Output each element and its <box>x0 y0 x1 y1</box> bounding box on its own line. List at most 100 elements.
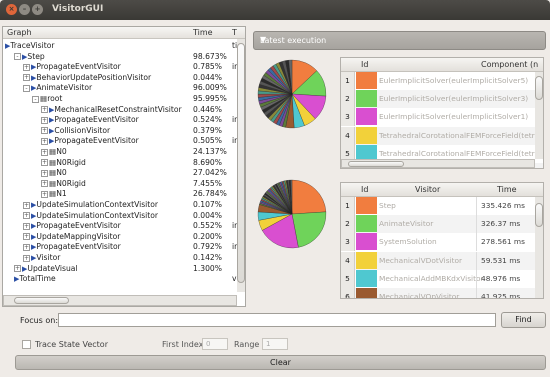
tree-node[interactable]: + ▶PropagateEventVisitor <box>23 242 121 253</box>
tree-row[interactable]: ▶TotalTimeva <box>3 274 241 285</box>
tree-vertical-scrollbar[interactable] <box>237 39 245 292</box>
row-number[interactable]: 1 <box>341 197 355 215</box>
tree-node[interactable]: + ▶PropagateEventVisitor <box>23 62 121 73</box>
expand-icon[interactable]: + <box>41 148 48 156</box>
time-column-header[interactable]: Time <box>193 28 213 37</box>
visitor-name-header[interactable]: Visitor <box>415 185 440 194</box>
tree-row[interactable]: + ▶BehaviorUpdatePositionVisitor 0.044% <box>3 73 241 84</box>
tree-row[interactable]: - ▶AnimateVisitor 96.009% <box>3 83 241 94</box>
row-number[interactable]: 5 <box>341 269 355 288</box>
tree-horizontal-scrollbar[interactable] <box>3 295 237 306</box>
table-row[interactable]: 1 EulerImplicitSolver(eulerImplicitSolver… <box>341 72 543 90</box>
tree-node[interactable]: + ▶BehaviorUpdatePositionVisitor <box>23 73 151 84</box>
tree-row[interactable]: + ▶UpdateVisual 1.300% <box>3 264 241 275</box>
expand-icon[interactable]: + <box>41 169 48 177</box>
table-row[interactable]: 1 Step 335.426 ms <box>341 197 543 215</box>
table-row[interactable]: 4 MechanicalVDotVisitor 59.531 ms <box>341 251 543 270</box>
table-row[interactable]: 3 EulerImplicitSolver(eulerImplicitSolver… <box>341 108 543 127</box>
tree-row[interactable]: + ▶UpdateMappingVisitor 0.200% <box>3 232 241 243</box>
minimize-window-icon[interactable]: – <box>19 4 30 15</box>
table-row[interactable]: 6 MechanicalVOpVisitor 41.925 ms <box>341 288 543 298</box>
tree-node[interactable]: + ▦N0 <box>41 147 67 158</box>
expand-icon[interactable]: + <box>23 222 30 230</box>
row-number[interactable]: 3 <box>341 233 355 252</box>
table-row[interactable]: 2 AnimateVisitor 326.37 ms <box>341 215 543 234</box>
maximize-window-icon[interactable]: + <box>32 4 43 15</box>
visitor-table-vertical-scrollbar[interactable] <box>535 197 543 298</box>
expand-icon[interactable]: + <box>41 127 48 135</box>
tree-row[interactable]: + ▶Visitor 0.142% <box>3 253 241 264</box>
component-table-horizontal-scrollbar[interactable] <box>341 159 535 168</box>
row-number[interactable]: 4 <box>341 251 355 270</box>
tree-node[interactable]: + ▶UpdateSimulationContextVisitor <box>23 200 158 211</box>
tree-node[interactable]: ▶TraceVisitor <box>5 41 54 52</box>
tree-row[interactable]: + ▦N0Rigid 7.455% <box>3 179 241 190</box>
tree-node[interactable]: - ▦root <box>32 94 62 105</box>
collapse-icon[interactable]: - <box>32 95 39 103</box>
table-row[interactable]: 4 TetrahedralCorotationalFEMForceField(te… <box>341 126 543 145</box>
table-row[interactable]: 5 MechanicalAddMBKdxVisitor 48.976 ms <box>341 269 543 288</box>
tree-row[interactable]: + ▦N0Rigid 8.690% <box>3 158 241 169</box>
tree-node[interactable]: + ▶CollisionVisitor <box>41 126 110 137</box>
expand-icon[interactable]: + <box>23 201 30 209</box>
tree-node[interactable]: + ▦N0Rigid <box>41 158 86 169</box>
tree-row[interactable]: + ▦N0 27.042% <box>3 168 241 179</box>
tree-horizontal-scroll-thumb[interactable] <box>14 297 69 304</box>
tree-node[interactable]: + ▦N0 <box>41 168 67 179</box>
component-id-header[interactable]: Id <box>361 60 368 69</box>
expand-icon[interactable]: + <box>23 243 30 251</box>
tree-node[interactable]: + ▶PropagateEventVisitor <box>41 136 139 147</box>
visitor-vertical-scroll-thumb[interactable] <box>535 203 543 227</box>
component-table[interactable]: Id Component (n 1 EulerImplicitSolver(eul… <box>340 57 544 169</box>
row-number[interactable]: 6 <box>341 288 355 298</box>
component-vertical-scroll-thumb[interactable] <box>535 76 543 100</box>
graph-tree[interactable]: Graph Time T ▶TraceVisitortir-▶Step 98.67… <box>2 26 246 307</box>
expand-icon[interactable]: + <box>23 233 30 241</box>
tree-row[interactable]: + ▶PropagateEventVisitor 0.785% in <box>3 62 241 73</box>
third-column-header[interactable]: T <box>232 28 237 37</box>
tree-node[interactable]: ▶TotalTime <box>14 274 56 285</box>
collapse-icon[interactable]: - <box>23 84 30 92</box>
tree-node[interactable]: + ▶UpdateSimulationContextVisitor <box>23 211 158 222</box>
tree-node[interactable]: + ▦N1 <box>41 189 67 200</box>
expand-icon[interactable]: + <box>41 116 48 124</box>
tree-row[interactable]: + ▶PropagateEventVisitor 0.552% in <box>3 221 241 232</box>
tree-row[interactable]: ▶TraceVisitortir <box>3 41 241 52</box>
component-horizontal-scroll-thumb[interactable] <box>348 161 404 167</box>
tree-row[interactable]: + ▶PropagateEventVisitor 0.505% in <box>3 136 241 147</box>
focus-input[interactable] <box>58 313 496 327</box>
visitor-id-header[interactable]: Id <box>361 185 368 194</box>
row-number[interactable]: 2 <box>341 215 355 234</box>
visitor-table[interactable]: Id Visitor Time 1 Step 335.426 ms 2 AnimateV… <box>340 182 544 299</box>
tree-row[interactable]: + ▶PropagateEventVisitor 0.524% in <box>3 115 241 126</box>
expand-icon[interactable]: + <box>41 190 48 198</box>
table-row[interactable]: 3 SystemSolution 278.561 ms <box>341 233 543 252</box>
tree-row[interactable]: - ▦root 95.995% <box>3 94 241 105</box>
first-index-input[interactable]: 0 <box>202 338 228 350</box>
tree-node[interactable]: + ▶UpdateVisual <box>14 264 78 275</box>
visitor-time-header[interactable]: Time <box>497 185 517 194</box>
tree-row[interactable]: + ▶UpdateSimulationContextVisitor 0.107% <box>3 200 241 211</box>
expand-icon[interactable]: + <box>41 180 48 188</box>
row-number[interactable]: 4 <box>341 126 355 145</box>
range-input[interactable]: 1 <box>262 338 288 350</box>
tree-row[interactable]: + ▶PropagateEventVisitor 0.792% in <box>3 242 241 253</box>
tree-node[interactable]: - ▶Step <box>14 52 45 63</box>
tree-row[interactable]: + ▶UpdateSimulationContextVisitor 0.004% <box>3 211 241 222</box>
tree-row[interactable]: + ▦N0 24.137% <box>3 147 241 158</box>
tree-row[interactable]: - ▶Step 98.673% <box>3 52 241 63</box>
find-button[interactable]: Find <box>501 312 546 328</box>
graph-column-header[interactable]: Graph <box>7 28 32 37</box>
tree-node[interactable]: + ▶PropagateEventVisitor <box>41 115 139 126</box>
tree-node[interactable]: + ▶Visitor <box>23 253 60 264</box>
tree-row[interactable]: + ▦N1 26.784% <box>3 189 241 200</box>
row-number[interactable]: 2 <box>341 90 355 109</box>
row-number[interactable]: 1 <box>341 72 355 90</box>
expand-icon[interactable]: + <box>14 265 21 273</box>
expand-icon[interactable]: + <box>23 74 30 82</box>
trace-state-vector-checkbox[interactable] <box>22 340 31 349</box>
row-number[interactable]: 3 <box>341 108 355 127</box>
table-row[interactable]: 2 EulerImplicitSolver(eulerImplicitSolver… <box>341 90 543 109</box>
clear-button[interactable]: Clear <box>15 355 546 370</box>
expand-icon[interactable]: + <box>41 106 48 114</box>
